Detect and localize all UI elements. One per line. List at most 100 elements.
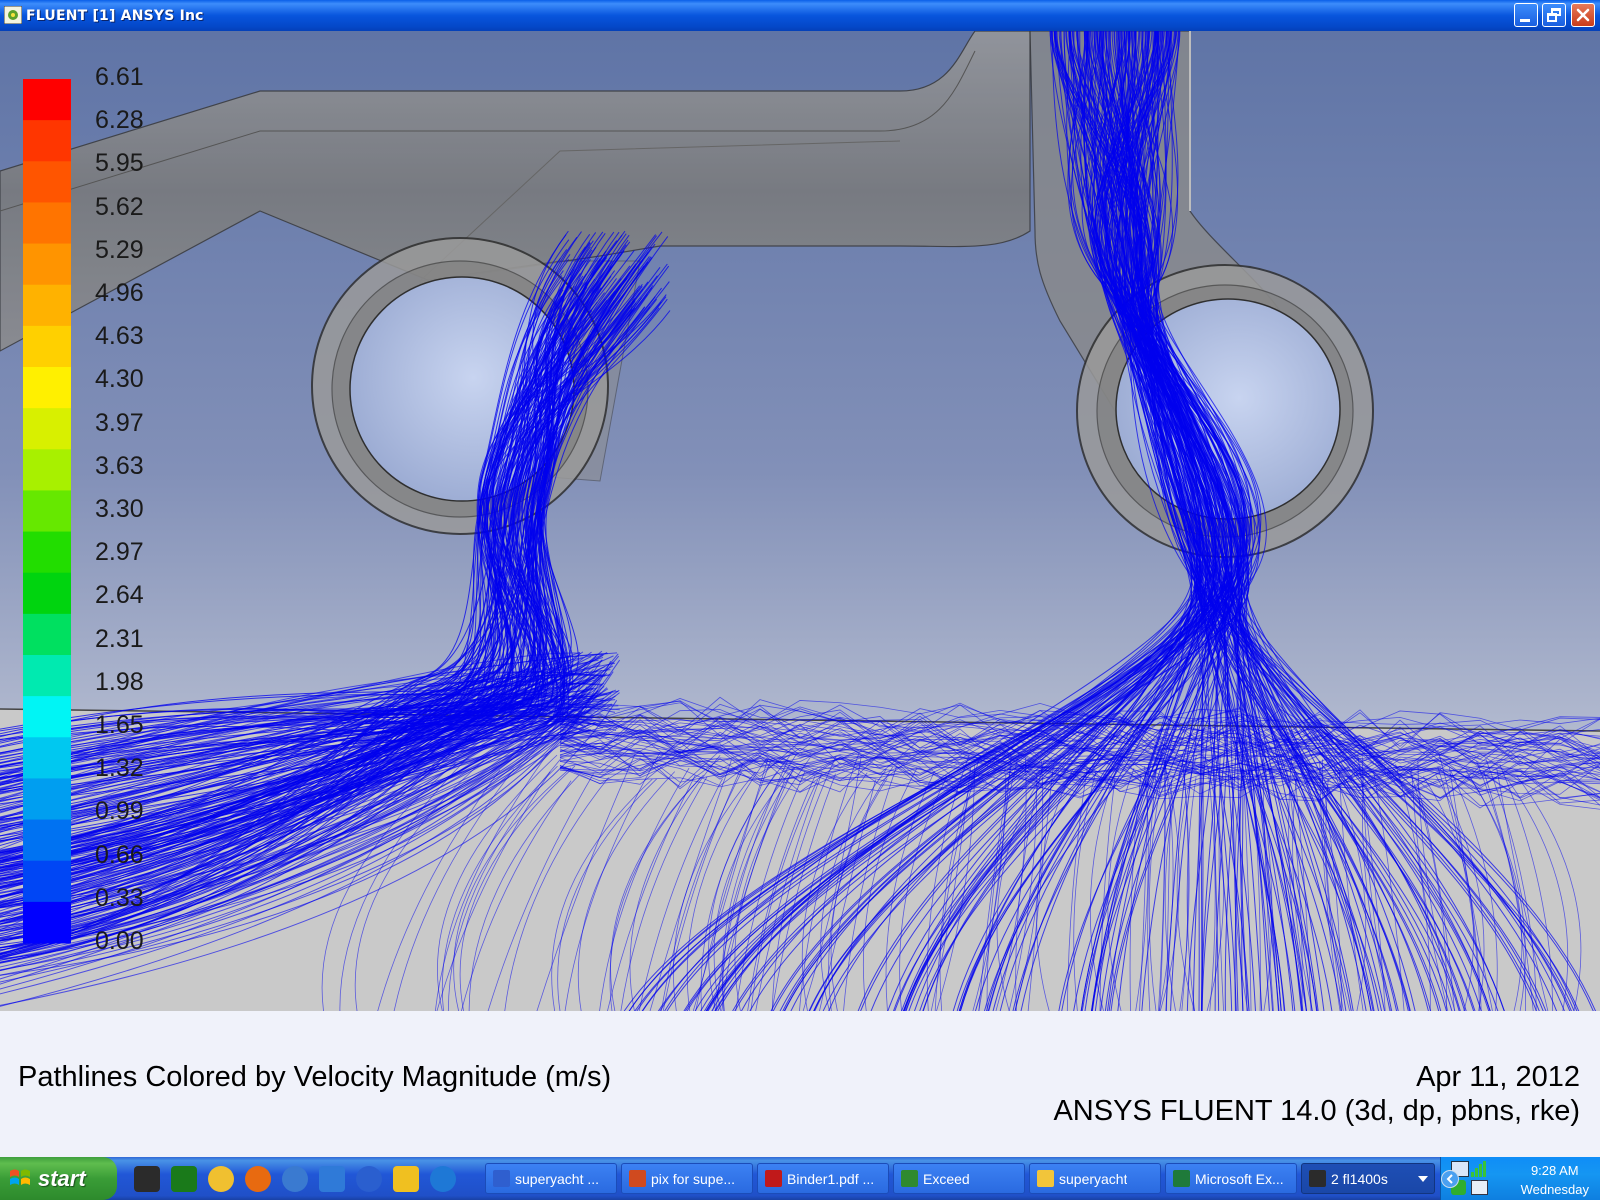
- taskbar-button-label: superyacht: [1059, 1171, 1128, 1187]
- taskbar-button-label: pix for supe...: [651, 1171, 736, 1187]
- firefox-icon[interactable]: [245, 1166, 271, 1192]
- colorbar-segment: [23, 325, 71, 368]
- colorbar-segment: [23, 531, 71, 574]
- colorbar-label: 1.65: [95, 711, 144, 739]
- powerpoint-icon: [629, 1170, 646, 1187]
- start-button[interactable]: start: [0, 1157, 117, 1200]
- close-button[interactable]: [1571, 3, 1595, 27]
- taskbar-button[interactable]: pix for supe...: [621, 1163, 753, 1194]
- info-panel: Pathlines Colored by Velocity Magnitude …: [0, 1011, 1600, 1157]
- colorbar-label: 1.32: [95, 754, 144, 783]
- windows-flag-icon: [10, 1169, 30, 1185]
- plot-date: Apr 11, 2012: [1416, 1061, 1580, 1093]
- acrobat-icon[interactable]: [393, 1166, 419, 1192]
- colorbar-label: 4.96: [95, 279, 144, 307]
- taskbar-button[interactable]: Binder1.pdf ...: [757, 1163, 889, 1194]
- colorbar-label: 5.62: [95, 192, 144, 221]
- word-icon: [493, 1170, 510, 1187]
- minimize-button[interactable]: [1514, 3, 1538, 27]
- colorbar-label: 2.97: [95, 538, 144, 567]
- clock-time: 9:28 AM: [1530, 1163, 1579, 1178]
- fluent-icon: [1309, 1170, 1326, 1187]
- taskbar-button-label: superyacht ...: [515, 1171, 600, 1187]
- taskbar-button[interactable]: Microsoft Ex...: [1165, 1163, 1297, 1194]
- colorbar-label: 3.30: [95, 495, 144, 523]
- folder-icon: [1037, 1170, 1054, 1187]
- pdf-icon: [765, 1170, 782, 1187]
- colorbar-label: 3.63: [95, 451, 144, 480]
- system-tray: 9:28 AM Wednesday: [1440, 1157, 1600, 1200]
- clock-day: Wednesday: [1520, 1182, 1589, 1197]
- colorbar-segment: [23, 202, 71, 245]
- close-icon: [1576, 8, 1590, 22]
- colorbar-segment: [23, 860, 71, 903]
- excel-icon: [1173, 1170, 1190, 1187]
- colorbar-label: 2.64: [95, 581, 144, 610]
- colorbar-label: 6.28: [95, 106, 144, 135]
- graphics-viewport[interactable]: 6.61 6.28 5.95 5.62 5.29 4.96 4.63 4.30 3.97 3.63…: [0, 31, 1600, 1011]
- colorbar-label: 0.66: [95, 840, 144, 869]
- pathline-scene[interactable]: [0, 31, 1600, 1011]
- colorbar-segment: [23, 449, 71, 491]
- mail-icon[interactable]: [282, 1166, 308, 1192]
- velocity-colorbar: [23, 79, 71, 944]
- minimize-icon: [1520, 19, 1530, 22]
- colorbar-label: 4.63: [95, 322, 144, 351]
- colorbar-label: 3.97: [95, 408, 144, 437]
- colorbar-label: 4.30: [95, 365, 144, 394]
- taskbar-button[interactable]: superyacht: [1029, 1163, 1161, 1194]
- fluent-app-icon[interactable]: [4, 6, 22, 24]
- colorbar-label: 2.31: [95, 624, 144, 653]
- colorbar-segment: [23, 408, 71, 450]
- restore-icon-back: [1547, 13, 1557, 22]
- taskbar-button-label: Binder1.pdf ...: [787, 1171, 875, 1187]
- title-bar: FLUENT [1] ANSYS Inc: [0, 0, 1600, 31]
- colorbar-segment: [23, 655, 71, 697]
- folder-icon[interactable]: [208, 1166, 234, 1192]
- taskbar-button[interactable]: superyacht ...: [485, 1163, 617, 1194]
- colorbar-segment: [23, 696, 71, 738]
- colorbar-label: 0.99: [95, 797, 144, 826]
- start-label: start: [38, 1166, 86, 1191]
- colorbar-segment: [23, 572, 71, 615]
- media-player-icon[interactable]: [356, 1166, 382, 1192]
- internet-explorer-icon[interactable]: [430, 1166, 456, 1192]
- exceed-icon: [901, 1170, 918, 1187]
- restore-button[interactable]: [1542, 3, 1566, 27]
- taskbar-button-label: 2 fl1400s: [1331, 1171, 1388, 1187]
- colorbar-segment: [23, 367, 71, 409]
- colorbar-label: 5.29: [95, 235, 144, 264]
- gnome-icon[interactable]: [171, 1166, 197, 1192]
- colorbar-label: 5.95: [95, 149, 144, 178]
- taskbar-button-label: Exceed: [923, 1171, 970, 1187]
- colorbar-segment: [23, 737, 71, 779]
- tray-expand-button[interactable]: [1441, 1170, 1459, 1188]
- colorbar-segment: [23, 284, 71, 327]
- taskbar-button-label: Microsoft Ex...: [1195, 1171, 1284, 1187]
- colorbar-label: 0.33: [95, 883, 144, 912]
- tray-monitor-icon[interactable]: [1471, 1180, 1488, 1195]
- colorbar-label: 6.61: [95, 63, 144, 91]
- chevron-left-icon: [1446, 1174, 1453, 1184]
- taskbar: start superyacht ... pix for supe... Binde…: [0, 1157, 1600, 1200]
- solver-version: ANSYS FLUENT 14.0 (3d, dp, pbns, rke): [1053, 1095, 1580, 1127]
- colorbar-label: 0.00: [95, 927, 144, 955]
- colorbar-segment: [23, 79, 71, 121]
- window-title: FLUENT [1] ANSYS Inc: [26, 8, 204, 24]
- colorbar-segment: [23, 490, 71, 533]
- taskbar-button[interactable]: 2 fl1400s: [1301, 1163, 1435, 1194]
- chevron-down-icon: [1418, 1176, 1428, 1182]
- tray-signal-icon[interactable]: [1471, 1161, 1487, 1177]
- colorbar-segment: [23, 613, 71, 656]
- exceed-icon[interactable]: [134, 1166, 160, 1192]
- update-icon[interactable]: [319, 1166, 345, 1192]
- colorbar-segment: [23, 161, 71, 203]
- colorbar-segment: [23, 901, 71, 944]
- colorbar-segment: [23, 819, 71, 862]
- taskbar-button[interactable]: Exceed: [893, 1163, 1025, 1194]
- colorbar-label: 1.98: [95, 667, 144, 696]
- plot-caption: Pathlines Colored by Velocity Magnitude …: [18, 1061, 612, 1093]
- clock[interactable]: 9:28 AM Wednesday: [1521, 1161, 1589, 1199]
- colorbar-segment: [23, 120, 71, 162]
- colorbar-segment: [23, 778, 71, 821]
